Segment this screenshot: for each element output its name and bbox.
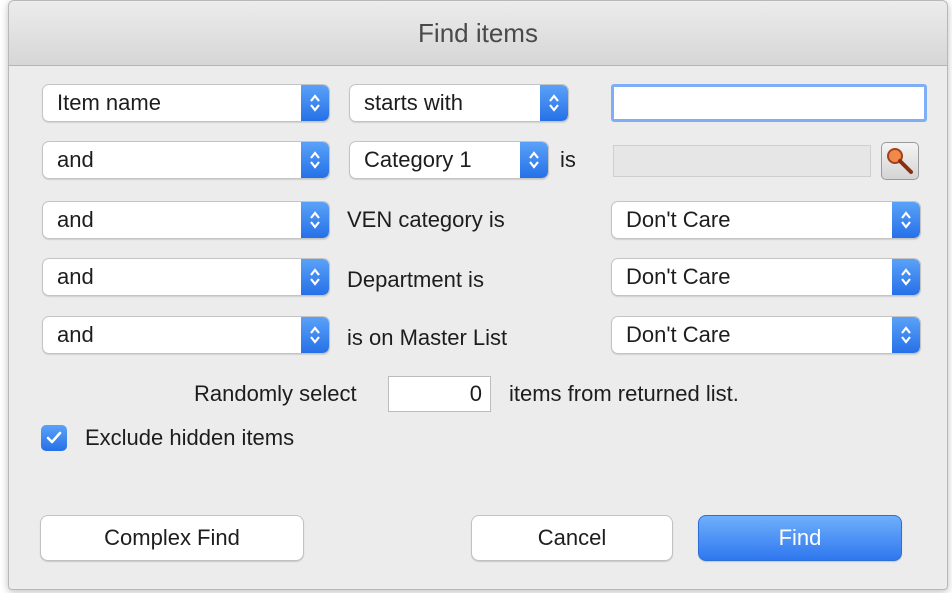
checkmark-icon bbox=[46, 431, 62, 444]
row4-conjunction-label: and bbox=[57, 264, 94, 289]
exclude-hidden-checkbox[interactable] bbox=[41, 425, 67, 451]
find-items-dialog: Find items Item name starts with and Cat… bbox=[8, 0, 948, 590]
row3-label: VEN category is bbox=[347, 207, 505, 232]
chevron-up-down-icon bbox=[540, 85, 568, 121]
row5-value-popup[interactable]: Don't Care bbox=[611, 316, 921, 354]
chevron-up-down-icon bbox=[301, 317, 329, 353]
row2-value-input bbox=[613, 145, 871, 177]
chevron-up-down-icon bbox=[301, 259, 329, 295]
magnifier-icon bbox=[887, 148, 913, 174]
chevron-up-down-icon bbox=[301, 85, 329, 121]
cancel-button[interactable]: Cancel bbox=[471, 515, 673, 561]
row1-operator-label: starts with bbox=[364, 90, 464, 115]
row1-field-label: Item name bbox=[57, 90, 161, 115]
find-button[interactable]: Find bbox=[698, 515, 902, 561]
row4-conjunction-popup[interactable]: and bbox=[42, 258, 330, 296]
complex-find-button[interactable]: Complex Find bbox=[40, 515, 304, 561]
chevron-up-down-icon bbox=[892, 317, 920, 353]
row2-conjunction-popup[interactable]: and bbox=[42, 141, 330, 179]
random-count-input[interactable]: 0 bbox=[388, 376, 491, 412]
row5-label: is on Master List bbox=[347, 325, 508, 350]
row3-value-popup[interactable]: Don't Care bbox=[611, 201, 921, 239]
row1-operator-popup[interactable]: starts with bbox=[349, 84, 569, 122]
lookup-button[interactable] bbox=[881, 142, 919, 180]
row1-value-input[interactable] bbox=[611, 84, 927, 122]
chevron-up-down-icon bbox=[892, 202, 920, 238]
exclude-hidden-label: Exclude hidden items bbox=[85, 425, 295, 450]
row2-category-label: Category 1 bbox=[364, 147, 472, 172]
row4-label: Department is bbox=[347, 267, 484, 292]
chevron-up-down-icon bbox=[301, 202, 329, 238]
row2-is-label: is bbox=[560, 147, 576, 172]
row5-value-label: Don't Care bbox=[626, 322, 731, 347]
row2-category-popup[interactable]: Category 1 bbox=[349, 141, 549, 179]
row3-conjunction-popup[interactable]: and bbox=[42, 201, 330, 239]
row1-field-popup[interactable]: Item name bbox=[42, 84, 330, 122]
random-select-prefix: Randomly select bbox=[194, 381, 357, 406]
row5-conjunction-popup[interactable]: and bbox=[42, 316, 330, 354]
chevron-up-down-icon bbox=[520, 142, 548, 178]
row2-conjunction-label: and bbox=[57, 147, 94, 172]
row5-conjunction-label: and bbox=[57, 322, 94, 347]
row3-value-label: Don't Care bbox=[626, 207, 731, 232]
random-select-suffix: items from returned list. bbox=[509, 381, 739, 406]
chevron-up-down-icon bbox=[892, 259, 920, 295]
title-bar: Find items bbox=[9, 1, 947, 66]
dialog-title: Find items bbox=[418, 17, 538, 48]
row4-value-label: Don't Care bbox=[626, 264, 731, 289]
row3-conjunction-label: and bbox=[57, 207, 94, 232]
chevron-up-down-icon bbox=[301, 142, 329, 178]
row4-value-popup[interactable]: Don't Care bbox=[611, 258, 921, 296]
